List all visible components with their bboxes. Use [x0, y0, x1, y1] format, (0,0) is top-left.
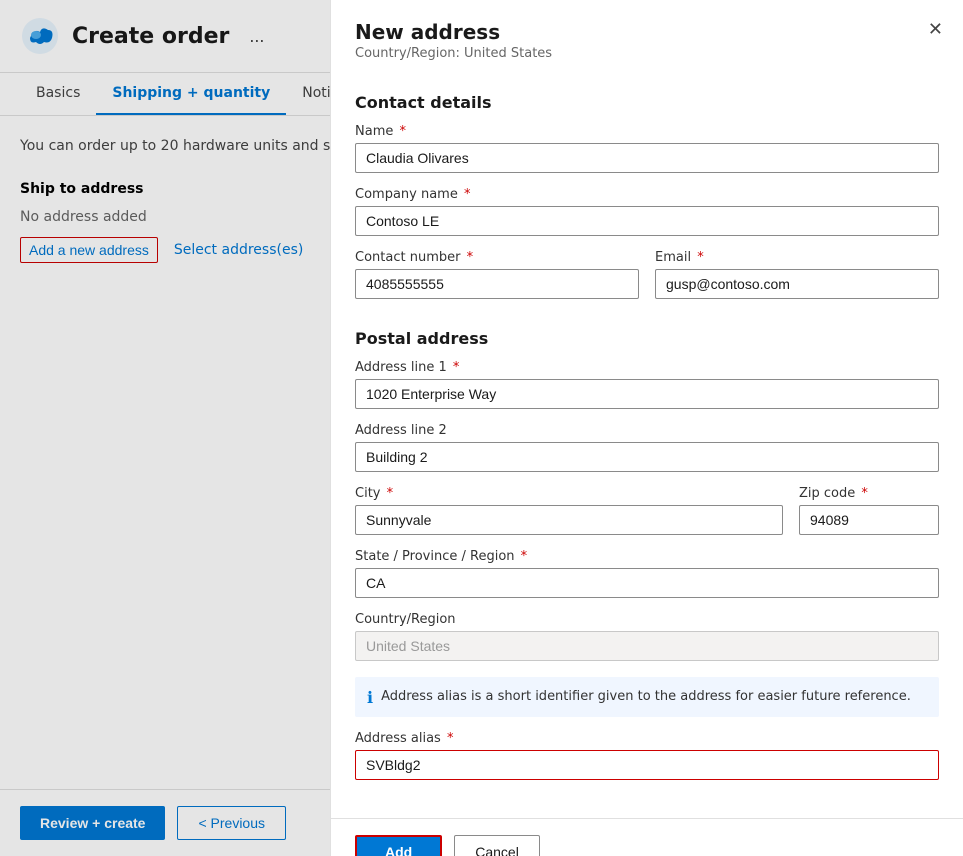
- name-label: Name *: [355, 124, 939, 139]
- zip-input[interactable]: [799, 505, 939, 535]
- address2-input[interactable]: [355, 442, 939, 472]
- name-required: *: [395, 124, 406, 139]
- overlay-backdrop: [0, 0, 330, 856]
- dialog-title: New address: [355, 20, 939, 44]
- add-button[interactable]: Add: [355, 835, 442, 856]
- cancel-button[interactable]: Cancel: [454, 835, 540, 856]
- country-label: Country/Region: [355, 612, 939, 627]
- state-input[interactable]: [355, 568, 939, 598]
- name-input[interactable]: [355, 143, 939, 173]
- alias-label: Address alias *: [355, 731, 939, 746]
- dialog-body: Contact details Name * Company name * Co…: [331, 69, 963, 818]
- state-field-group: State / Province / Region *: [355, 549, 939, 598]
- email-field-group: Email *: [655, 250, 939, 299]
- city-input[interactable]: [355, 505, 783, 535]
- address1-input[interactable]: [355, 379, 939, 409]
- state-label: State / Province / Region *: [355, 549, 939, 564]
- city-label: City *: [355, 486, 783, 501]
- alias-info-box: ℹ Address alias is a short identifier gi…: [355, 677, 939, 717]
- company-required: *: [460, 187, 471, 202]
- postal-address-heading: Postal address: [355, 329, 939, 348]
- contact-details-heading: Contact details: [355, 93, 939, 112]
- company-field-group: Company name *: [355, 187, 939, 236]
- email-label: Email *: [655, 250, 939, 265]
- info-icon: ℹ: [367, 688, 373, 707]
- dialog-close-button[interactable]: ✕: [928, 20, 943, 38]
- email-input[interactable]: [655, 269, 939, 299]
- dialog-header: New address Country/Region: United State…: [331, 0, 963, 69]
- alias-info-text: Address alias is a short identifier give…: [381, 687, 911, 707]
- contact-email-row: Contact number * Email *: [355, 250, 939, 313]
- dialog-subtitle: Country/Region: United States: [355, 46, 939, 61]
- city-field-group: City *: [355, 486, 783, 535]
- contact-field-group: Contact number *: [355, 250, 639, 299]
- zip-field-group: Zip code *: [799, 486, 939, 535]
- alias-field-group: Address alias *: [355, 731, 939, 780]
- alias-input[interactable]: [355, 750, 939, 780]
- address1-label: Address line 1 *: [355, 360, 939, 375]
- contact-input[interactable]: [355, 269, 639, 299]
- dialog-footer: Add Cancel: [331, 818, 963, 856]
- name-field-group: Name *: [355, 124, 939, 173]
- address2-label: Address line 2: [355, 423, 939, 438]
- company-input[interactable]: [355, 206, 939, 236]
- contact-label: Contact number *: [355, 250, 639, 265]
- company-label: Company name *: [355, 187, 939, 202]
- zip-label: Zip code *: [799, 486, 939, 501]
- address1-field-group: Address line 1 *: [355, 360, 939, 409]
- country-field-group: Country/Region: [355, 612, 939, 661]
- city-zip-row: City * Zip code *: [355, 486, 939, 549]
- country-input: [355, 631, 939, 661]
- address2-field-group: Address line 2: [355, 423, 939, 472]
- new-address-dialog: New address Country/Region: United State…: [330, 0, 963, 856]
